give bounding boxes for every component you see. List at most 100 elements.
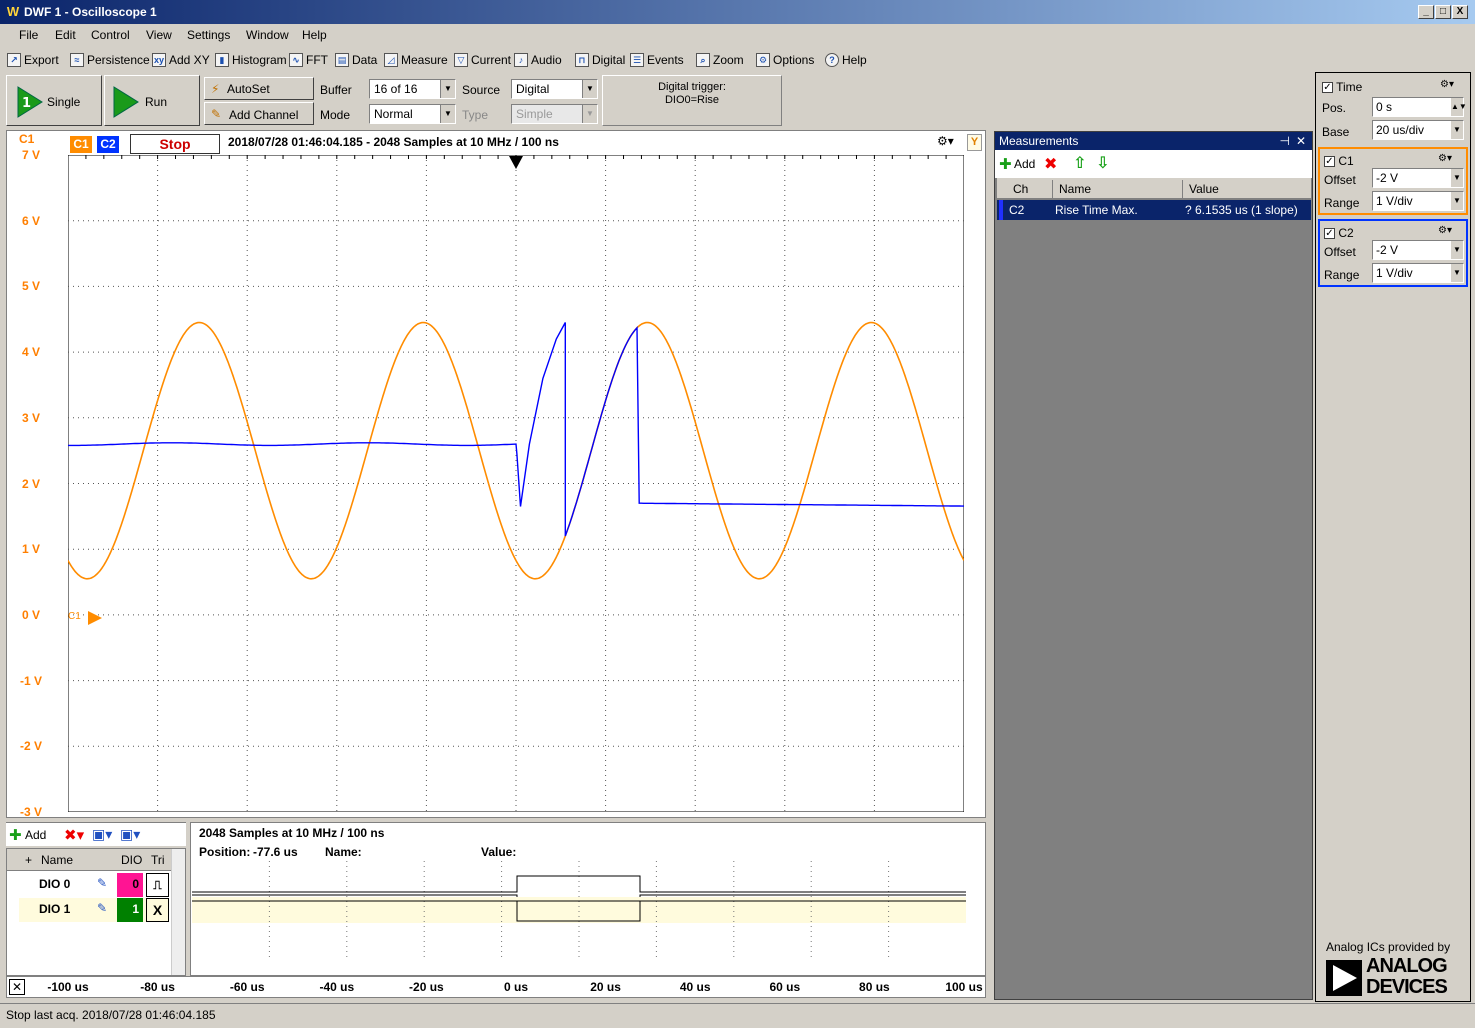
ignore-trigger-icon[interactable]: X <box>146 898 169 922</box>
digital-row-dio0[interactable]: DIO 0 ✎ 0 ⎍ <box>19 873 169 897</box>
col-digital-name[interactable]: Name <box>41 853 73 867</box>
c2-group-title: ✓ C2 <box>1324 226 1354 240</box>
menu-window[interactable]: Window <box>246 28 289 42</box>
source-select[interactable]: Digital ▼ <box>511 79 598 99</box>
name-label: Name: <box>325 845 362 859</box>
menu-view[interactable]: View <box>146 28 172 42</box>
digital-row-dio1[interactable]: DIO 1 ✎ 1 X <box>19 898 169 922</box>
col-value[interactable]: Value <box>1183 180 1311 200</box>
menu-control[interactable]: Control <box>91 28 130 42</box>
minimize-button[interactable]: _ <box>1418 5 1434 19</box>
menu-settings[interactable]: Settings <box>187 28 230 42</box>
col-ch[interactable]: Ch <box>1007 180 1053 200</box>
plot-background <box>68 155 964 812</box>
c2-badge[interactable]: C2 <box>97 136 119 153</box>
time-tick-label: 80 us <box>859 980 890 994</box>
c2-offset-input[interactable]: -2 V ▼ <box>1372 240 1464 260</box>
single-icon: 1 <box>17 86 43 118</box>
c1-range-select[interactable]: 1 V/div ▼ <box>1372 191 1464 211</box>
run-button[interactable]: Run <box>104 75 200 126</box>
move-up-icon[interactable]: ⇧ <box>1073 153 1086 173</box>
acquisition-state: Stop <box>130 134 220 154</box>
c1-offset-input[interactable]: -2 V ▼ <box>1372 168 1464 188</box>
waveform-area[interactable] <box>68 155 964 812</box>
delete-icon[interactable]: ✖ <box>1044 154 1057 174</box>
data-button[interactable]: ▤ Data <box>335 51 377 69</box>
add-measurement-button[interactable]: Add <box>1014 157 1035 171</box>
single-button[interactable]: 1 Single <box>6 75 102 126</box>
help-button[interactable]: ? Help <box>825 51 867 69</box>
digital-add-button[interactable]: Add <box>25 828 46 842</box>
zoom-label: Zoom <box>713 53 744 67</box>
digital-button[interactable]: ⊓ Digital <box>575 51 625 69</box>
audio-button[interactable]: ♪ Audio <box>514 51 562 69</box>
edit-icon[interactable]: ✎ <box>97 876 107 890</box>
c2-range-select[interactable]: 1 V/div ▼ <box>1372 263 1464 283</box>
col-dio[interactable]: DIO <box>121 853 142 867</box>
settings-icon[interactable]: ▣▾ <box>120 826 140 843</box>
base-select[interactable]: 20 us/div ▼ <box>1372 120 1464 140</box>
measurement-ch: C2 <box>1009 203 1025 217</box>
trigger-info-panel: Digital trigger: DIO0=Rise <box>602 75 782 126</box>
export-button[interactable]: ↗ Export <box>7 51 59 69</box>
histogram-button[interactable]: ▮ Histogram <box>215 51 287 69</box>
menu-file[interactable]: File <box>19 28 38 42</box>
measurement-row[interactable]: C2 Rise Time Max. ? 6.1535 us (1 slope) <box>997 200 1311 220</box>
col-trigger[interactable]: Tri <box>151 853 165 867</box>
time-tick-label: -20 us <box>409 980 444 994</box>
add-channel-button[interactable]: ✎ Add Channel <box>204 102 314 125</box>
maximize-button[interactable]: □ <box>1435 5 1451 19</box>
measure-button[interactable]: ◿ Measure <box>384 51 448 69</box>
options-icon: ⚙ <box>756 53 770 67</box>
events-button[interactable]: ☰ Events <box>630 51 684 69</box>
c1-badge[interactable]: C1 <box>70 136 92 153</box>
c1-offset-value: -2 V <box>1376 171 1399 185</box>
autoset-label: AutoSet <box>227 82 270 96</box>
c1-offset-marker[interactable] <box>87 610 103 626</box>
y-axis-icon[interactable]: Y <box>967 134 982 151</box>
c1-checkbox[interactable]: ✓ <box>1324 156 1335 168</box>
digital-plot[interactable]: 2048 Samples at 10 MHz / 100 ns Position… <box>190 822 986 976</box>
oscilloscope-plot[interactable]: C1 C1 C2 Stop 2018/07/28 01:46:04.185 - … <box>6 130 986 819</box>
zoom-button[interactable]: ⌕ Zoom <box>696 51 744 69</box>
menu-edit[interactable]: Edit <box>55 28 76 42</box>
fft-button[interactable]: ∿ FFT <box>289 51 328 69</box>
time-checkbox[interactable]: ✓ <box>1322 82 1333 94</box>
pin-icon[interactable]: ⊣ <box>1280 134 1290 148</box>
c2-options-icon[interactable]: ⚙▾ <box>1438 225 1460 239</box>
mode-select[interactable]: Normal ▼ <box>369 104 456 124</box>
col-expand[interactable]: + <box>25 853 32 867</box>
pos-input[interactable]: 0 s ▲▼ <box>1372 97 1467 117</box>
chevron-down-icon: ▼ <box>440 105 455 123</box>
persistence-button[interactable]: ≈ Persistence <box>70 51 150 69</box>
menu-help[interactable]: Help <box>302 28 327 42</box>
rising-edge-trigger-icon[interactable]: ⎍ <box>146 873 169 897</box>
c1-options-icon[interactable]: ⚙▾ <box>1438 153 1460 167</box>
close-icon[interactable]: ✕ <box>1296 134 1306 148</box>
edit-icon[interactable]: ✎ <box>97 901 107 915</box>
options-button[interactable]: ⚙ Options <box>756 51 814 69</box>
add-icon[interactable]: ✚ <box>999 155 1012 173</box>
data-label: Data <box>352 53 378 67</box>
close-button[interactable]: X <box>1452 5 1468 19</box>
c2-checkbox[interactable]: ✓ <box>1324 228 1335 240</box>
time-options-icon[interactable]: ⚙▾ <box>1440 79 1462 93</box>
events-label: Events <box>647 53 684 67</box>
type-select[interactable]: Simple ▼ <box>511 104 598 124</box>
measurements-panel: Measurements ⊣ ✕ ✚ Add ✖ ⇧ ⇩ Ch Name Val… <box>994 131 1313 1000</box>
move-down-icon[interactable]: ⇩ <box>1096 153 1109 173</box>
add-icon[interactable]: ✚ <box>9 826 22 844</box>
autoset-button[interactable]: ⚡ AutoSet <box>204 77 314 100</box>
plot-options-icon[interactable]: ⚙▾ <box>937 134 954 148</box>
buffer-select[interactable]: 16 of 16 ▼ <box>369 79 456 99</box>
status-text: Stop last acq. 2018/07/28 01:46:04.185 <box>6 1008 216 1022</box>
svg-text:1: 1 <box>22 96 31 111</box>
brand-caption: Analog ICs provided by <box>1326 940 1451 954</box>
add-xy-button[interactable]: xy Add XY <box>152 51 210 69</box>
current-button[interactable]: ▽ Current <box>454 51 511 69</box>
close-icon[interactable]: ✕ <box>9 979 25 995</box>
delete-icon[interactable]: ✖▾ <box>64 826 84 844</box>
digital-list-scrollbar[interactable] <box>171 849 185 975</box>
edit-icon[interactable]: ▣▾ <box>92 826 112 843</box>
col-name[interactable]: Name <box>1053 180 1183 200</box>
